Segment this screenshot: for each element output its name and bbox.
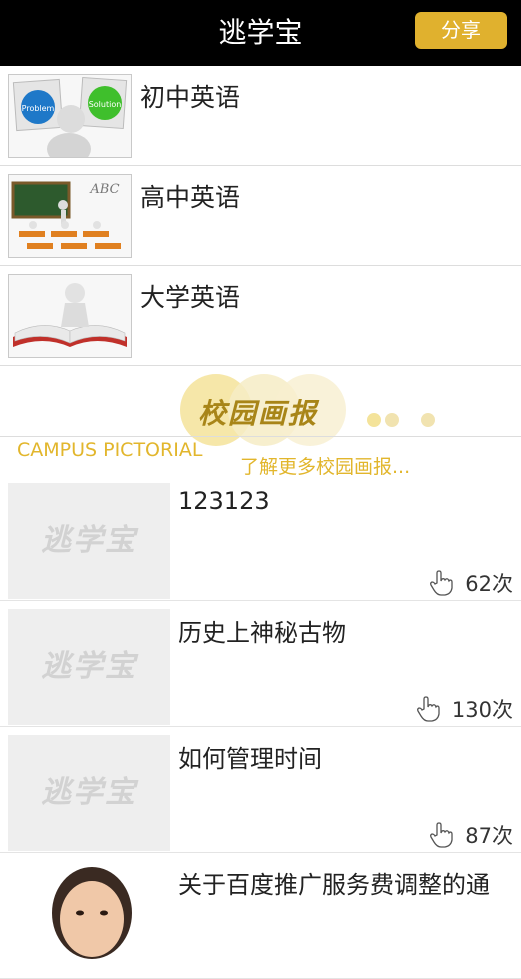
list-item[interactable]: 逃学宝 123123 62次 [0, 475, 521, 601]
book-figure-illustration-icon [8, 274, 132, 358]
course-label: 高中英语 [140, 183, 241, 212]
thumb-text-abc: ABC [89, 182, 119, 197]
view-count-text: 130次 [451, 698, 513, 722]
campus-pictorial-banner[interactable]: 校园画报 CAMPUS PICTORIAL 了解更多校园画报... [0, 365, 521, 478]
share-button[interactable]: 分享 [415, 12, 507, 49]
thumb-text-solution: Solution [89, 100, 122, 109]
placeholder-logo: 逃学宝 [41, 523, 137, 558]
article-title: 关于百度推广服务费调整的通 [178, 871, 490, 899]
banner-divider [0, 436, 521, 437]
classroom-illustration-icon: ABC [8, 174, 132, 258]
view-count: 62次 [429, 568, 513, 598]
top-bar: 逃学宝 分享 [0, 0, 521, 66]
article-list: 逃学宝 123123 62次 逃学宝 历史上神秘古物 130次 逃学宝 如何管理… [0, 475, 521, 979]
article-title: 如何管理时间 [178, 745, 322, 773]
course-item-senior-english[interactable]: ABC 高中英语 [0, 166, 521, 266]
placeholder-logo: 逃学宝 [41, 649, 137, 684]
hand-pointer-icon [416, 696, 440, 722]
hand-pointer-icon [430, 822, 453, 848]
course-label: 初中英语 [140, 83, 241, 112]
view-count: 130次 [416, 694, 513, 724]
view-count-text: 62次 [465, 572, 513, 596]
list-item[interactable]: 关于百度推广服务费调整的通 [0, 853, 521, 979]
view-count: 87次 [429, 820, 513, 850]
placeholder-logo: 逃学宝 [41, 775, 137, 810]
article-title: 历史上神秘古物 [178, 619, 346, 647]
article-thumbnail: 逃学宝 [8, 609, 170, 725]
person-photo-icon [8, 861, 170, 977]
campus-pictorial-en-label: CAMPUS PICTORIAL [17, 439, 203, 461]
view-count-text: 87次 [465, 824, 513, 848]
thumb-text-problem: Problem [22, 104, 55, 113]
course-item-junior-english[interactable]: Problem Solution 初中英语 [0, 66, 521, 166]
course-list: Problem Solution 初中英语 ABC 高中英语 大学英语 [0, 66, 521, 366]
pager-dots [367, 413, 435, 427]
hand-pointer-icon [430, 570, 453, 596]
list-item[interactable]: 逃学宝 如何管理时间 87次 [0, 727, 521, 853]
course-item-college-english[interactable]: 大学英语 [0, 266, 521, 366]
article-thumbnail: 逃学宝 [8, 735, 170, 851]
course-label: 大学英语 [140, 283, 241, 312]
list-item[interactable]: 逃学宝 历史上神秘古物 130次 [0, 601, 521, 727]
person-photo-thumbnail [8, 861, 170, 977]
campus-pictorial-logo: 校园画报 [198, 397, 319, 430]
article-title: 123123 [178, 487, 270, 515]
article-thumbnail: 逃学宝 [8, 483, 170, 599]
problem-solution-illustration-icon: Problem Solution [8, 74, 132, 158]
